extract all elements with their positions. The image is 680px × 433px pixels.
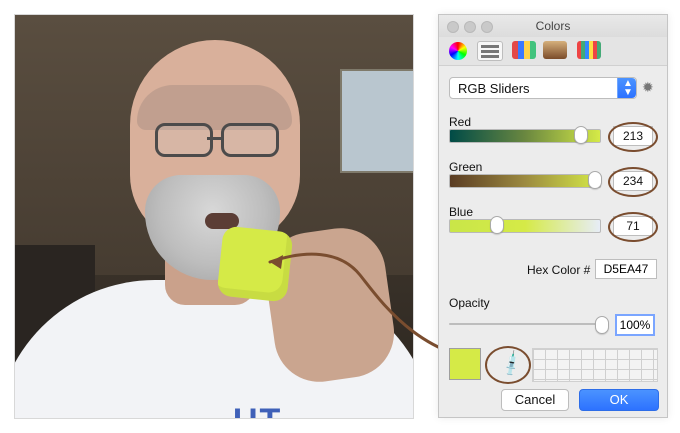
hex-color-field[interactable]: D5EA47 — [595, 259, 657, 279]
ok-button[interactable]: OK — [579, 389, 659, 411]
glasses-lens-right — [221, 123, 279, 157]
photo: UT — [14, 14, 414, 419]
blue-slider-thumb[interactable] — [490, 216, 504, 234]
glasses-lens-left — [155, 123, 213, 157]
glasses — [155, 123, 279, 163]
swatch-area: 💉 — [449, 346, 658, 384]
color-picker-toolbar — [439, 37, 667, 66]
green-label: Green — [449, 160, 483, 174]
window-title: Colors — [535, 19, 571, 33]
palettes-icon[interactable] — [512, 41, 536, 59]
blue-label: Blue — [449, 205, 474, 219]
shirt-lettering: UT — [233, 402, 282, 418]
opacity-value-field[interactable]: 100% — [615, 314, 655, 336]
glasses-bridge — [207, 137, 221, 140]
sliders-icon[interactable] — [477, 41, 503, 61]
color-wheel-icon[interactable] — [449, 42, 467, 60]
color-model-select-value: RGB Sliders — [458, 81, 530, 96]
opacity-slider[interactable] — [449, 316, 609, 334]
green-slider[interactable] — [449, 171, 602, 189]
green-value-annotation — [608, 167, 658, 197]
color-model-select[interactable]: RGB Sliders ▲ ▼ — [449, 77, 637, 99]
blue-slider[interactable] — [449, 216, 601, 234]
title-bar: Colors — [439, 15, 667, 38]
red-value-annotation — [608, 122, 658, 152]
image-palettes-icon[interactable] — [543, 41, 567, 59]
yellow-green-cube — [216, 225, 294, 303]
cancel-button[interactable]: Cancel — [501, 389, 569, 411]
select-stepper[interactable]: ▲ ▼ — [617, 78, 636, 98]
wall-map — [340, 69, 413, 173]
red-slider[interactable] — [449, 126, 601, 144]
opacity-slider-thumb[interactable] — [595, 316, 609, 334]
blue-value-annotation — [608, 212, 658, 242]
opacity-label: Opacity — [449, 296, 490, 310]
colors-panel: Colors RGB Sliders ▲ ▼ ✹ Red 213 Green 23… — [438, 14, 668, 418]
current-color-swatch[interactable] — [449, 348, 481, 380]
pencils-icon[interactable] — [577, 41, 601, 59]
custom-swatches-grid[interactable] — [532, 348, 658, 382]
hex-color-label: Hex Color # — [527, 263, 591, 277]
gear-icon[interactable]: ✹ — [642, 79, 658, 95]
red-slider-thumb[interactable] — [574, 126, 588, 144]
red-label: Red — [449, 115, 472, 129]
green-slider-thumb[interactable] — [588, 171, 602, 189]
chevron-up-down-icon: ▲ ▼ — [623, 78, 633, 98]
